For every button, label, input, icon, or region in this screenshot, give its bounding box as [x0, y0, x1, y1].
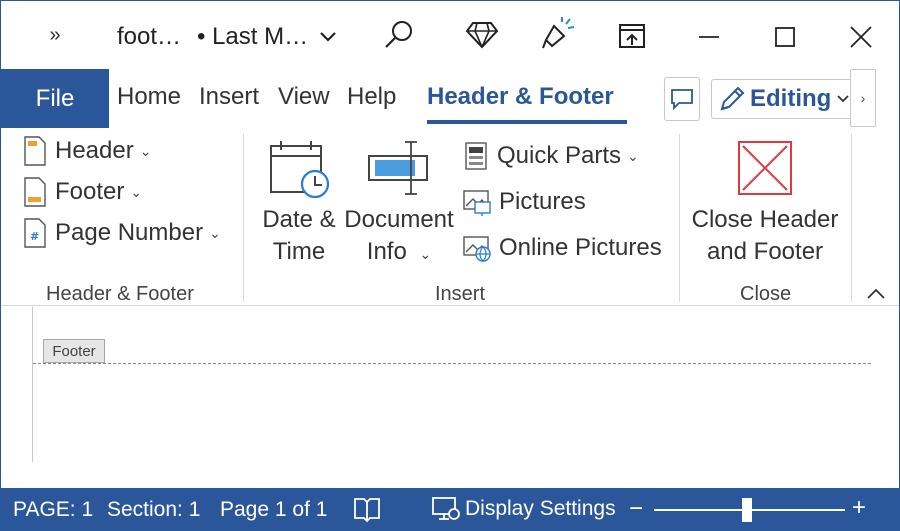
- quick-access-overflow-icon[interactable]: »: [41, 21, 69, 49]
- tab-view[interactable]: View: [278, 83, 330, 111]
- group-label-insert: Insert: [435, 283, 486, 305]
- maximize-icon: [775, 27, 795, 47]
- document-area[interactable]: Footer: [1, 307, 899, 488]
- quick-parts-button[interactable]: Quick Parts ⌄: [463, 142, 639, 170]
- editing-mode-button[interactable]: Editing: [711, 79, 855, 119]
- quick-parts-label: Quick Parts: [497, 142, 622, 169]
- status-bar: PAGE: 1 Section: 1 Page 1 of 1 Display S…: [1, 488, 899, 530]
- chevron-down-icon: ⌄: [419, 246, 432, 262]
- date-time-button[interactable]: Date & Time: [259, 136, 339, 276]
- chevron-down-icon: [837, 95, 849, 103]
- collapse-ribbon-button[interactable]: [863, 282, 889, 306]
- page-number-button[interactable]: # Page Number ⌄: [23, 218, 221, 248]
- online-pictures-icon: [463, 236, 491, 262]
- tips-button[interactable]: [539, 15, 577, 53]
- tab-file[interactable]: File: [1, 69, 109, 128]
- active-tab-indicator: [427, 120, 627, 124]
- group-label-close: Close: [740, 283, 792, 305]
- close-label-1: Close Header: [691, 206, 839, 233]
- read-mode-button[interactable]: [353, 495, 381, 529]
- footer-section-tag: Footer: [43, 339, 105, 363]
- page-count[interactable]: Page 1 of 1: [220, 498, 327, 522]
- group-label-header-footer: Header & Footer: [46, 283, 194, 305]
- header-button[interactable]: Header ⌄: [23, 136, 151, 166]
- document-name-text: foot…: [117, 23, 182, 50]
- pencil-icon: [720, 86, 745, 111]
- footer-icon: [24, 177, 46, 207]
- page-number-icon: #: [24, 218, 46, 248]
- group-divider: [851, 134, 852, 302]
- footer-button[interactable]: Footer ⌄: [23, 177, 142, 207]
- online-pictures-button[interactable]: Online Pictures: [463, 234, 662, 262]
- search-icon: [385, 21, 412, 48]
- footer-label: Footer: [55, 178, 125, 205]
- group-divider: [243, 134, 244, 302]
- chevron-down-icon: ⌄: [627, 147, 639, 164]
- word-window: » foot… • Last M… File Home Insert View …: [0, 0, 900, 531]
- close-header-footer-button[interactable]: Close Header and Footer: [687, 136, 847, 276]
- section-indicator[interactable]: Section: 1: [107, 498, 200, 522]
- chevron-down-icon: [320, 32, 336, 42]
- date-time-label-2: Time: [272, 238, 326, 265]
- save-status-text: • Last M…: [197, 23, 309, 50]
- display-settings-button[interactable]: Display Settings: [431, 495, 616, 523]
- editing-label: Editing: [750, 85, 832, 112]
- document-info-label-2: Info ⌄: [341, 236, 457, 270]
- header-icon: [24, 136, 46, 166]
- minimize-button[interactable]: [691, 19, 727, 55]
- document-info-icon: [368, 141, 428, 195]
- tab-header-footer[interactable]: Header & Footer: [427, 83, 614, 111]
- document-info-label-1: Document: [344, 206, 454, 233]
- ribbon-scroll-right[interactable]: ›: [850, 69, 876, 127]
- group-divider: [679, 134, 680, 302]
- document-name[interactable]: foot…: [117, 19, 181, 55]
- pictures-button[interactable]: Pictures: [463, 188, 586, 216]
- ribbon-display-options[interactable]: [615, 19, 649, 53]
- comments-button[interactable]: [664, 77, 700, 121]
- pictures-icon: [463, 190, 491, 216]
- date-time-label-1: Date &: [262, 206, 336, 233]
- zoom-in-button[interactable]: +: [852, 494, 866, 522]
- book-icon: [354, 498, 380, 523]
- document-info-label-2-text: Info: [366, 238, 407, 265]
- display-settings-icon: [432, 497, 460, 520]
- tab-insert[interactable]: Insert: [199, 83, 259, 111]
- online-pictures-label: Online Pictures: [499, 234, 662, 261]
- page-number-label: Page Number: [55, 219, 204, 246]
- save-status[interactable]: • Last M…: [197, 19, 336, 55]
- close-window-button[interactable]: [843, 19, 879, 55]
- premium-button[interactable]: [463, 17, 501, 53]
- ribbon-display-icon: [619, 24, 645, 48]
- title-bar: » foot… • Last M…: [1, 1, 899, 69]
- ribbon-tabs: File Home Insert View Help Header & Foot…: [1, 69, 899, 128]
- quick-parts-icon: [465, 142, 487, 170]
- search-button[interactable]: [381, 17, 417, 53]
- tab-home[interactable]: Home: [117, 83, 181, 111]
- left-margin-guide: [32, 307, 33, 462]
- calendar-clock-icon: [270, 141, 330, 198]
- close-label-2: and Footer: [706, 238, 824, 265]
- ribbon-panel: Header ⌄ Footer ⌄ # Page Number ⌄ Header…: [1, 128, 899, 306]
- maximize-button[interactable]: [767, 19, 803, 55]
- lightbulb-icon: [542, 17, 575, 49]
- chevron-down-icon: ⌄: [209, 224, 221, 241]
- comment-icon: [671, 89, 693, 110]
- tab-help[interactable]: Help: [347, 83, 396, 111]
- close-icon: [850, 26, 872, 48]
- zoom-slider-thumb[interactable]: [742, 498, 752, 522]
- document-info-button[interactable]: Document Info ⌄: [341, 136, 457, 276]
- footer-boundary-line: [33, 363, 871, 364]
- close-red-x-icon: [738, 141, 792, 195]
- chevron-up-icon: [867, 288, 885, 299]
- diamond-icon: [465, 22, 499, 49]
- display-settings-label: Display Settings: [465, 497, 616, 520]
- page-indicator[interactable]: PAGE: 1: [13, 498, 93, 522]
- minimize-icon: [699, 36, 719, 38]
- header-label: Header: [55, 137, 134, 164]
- svg-text:#: #: [30, 230, 39, 243]
- chevron-down-icon: ⌄: [139, 142, 152, 159]
- zoom-out-button[interactable]: −: [629, 495, 643, 523]
- pictures-label: Pictures: [499, 188, 586, 215]
- chevron-down-icon: ⌄: [130, 183, 143, 200]
